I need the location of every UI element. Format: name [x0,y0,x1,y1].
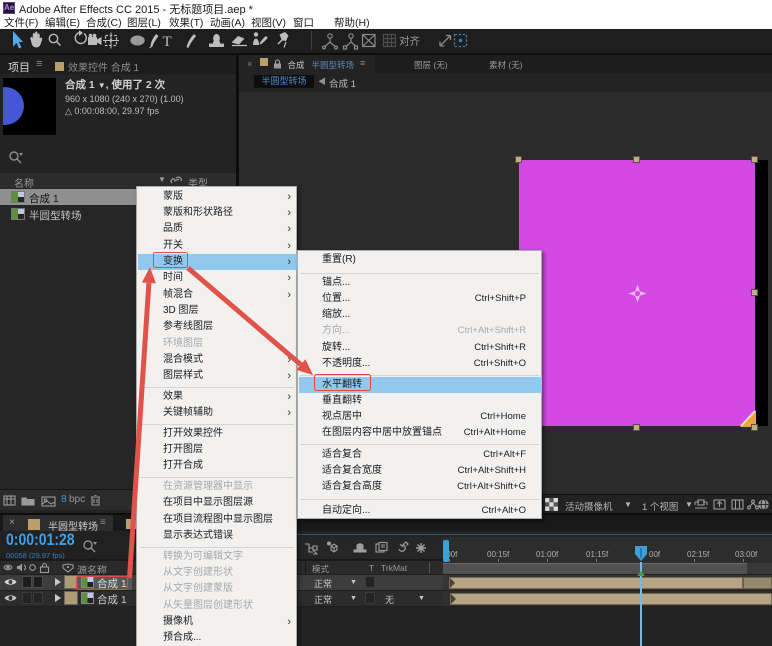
svg-text:T: T [163,34,172,50]
svg-text:对齐: 对齐 [399,35,420,48]
